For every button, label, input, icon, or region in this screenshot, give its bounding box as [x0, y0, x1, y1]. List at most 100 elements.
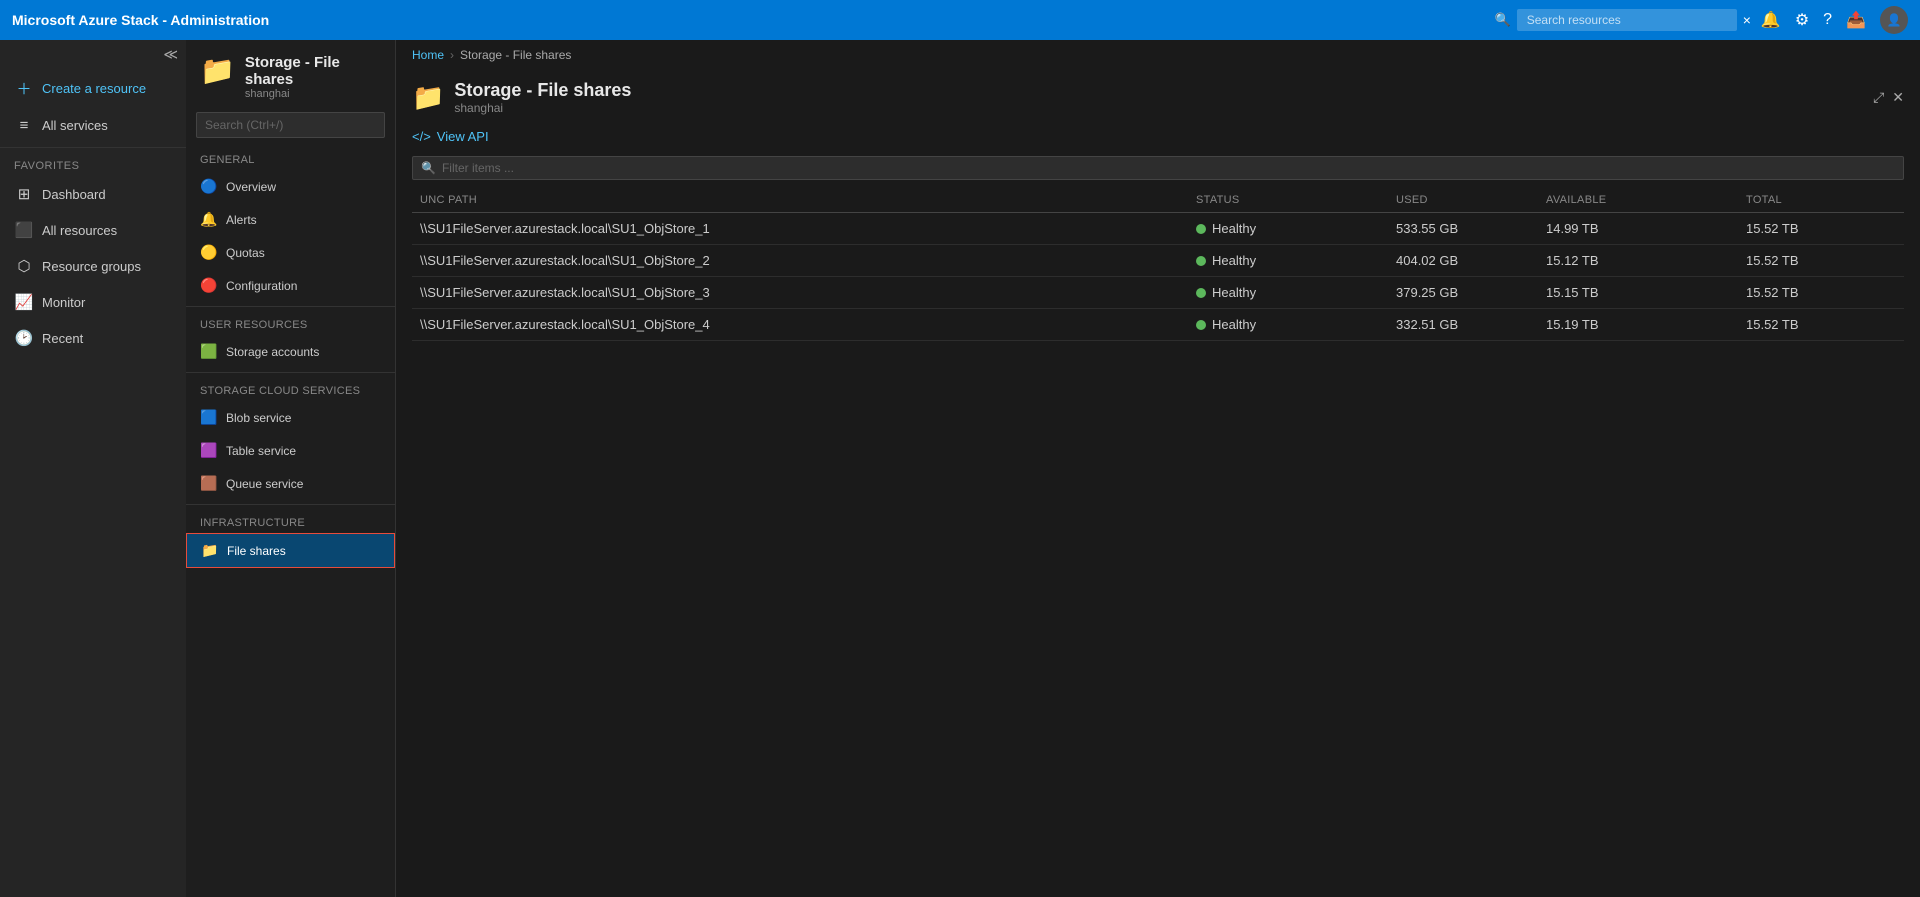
- panel-nav-blob-service[interactable]: 🟦 Blob service: [186, 401, 395, 434]
- view-api-button[interactable]: </> View API: [412, 129, 489, 144]
- table-row[interactable]: \\SU1FileServer.azurestack.local\SU1_Obj…: [412, 213, 1904, 245]
- table-row[interactable]: \\SU1FileServer.azurestack.local\SU1_Obj…: [412, 245, 1904, 277]
- unc-path-cell: \\SU1FileServer.azurestack.local\SU1_Obj…: [420, 253, 1196, 268]
- unc-path-cell: \\SU1FileServer.azurestack.local\SU1_Obj…: [420, 317, 1196, 332]
- all-services-nav-item[interactable]: ≡ All services: [0, 108, 186, 143]
- status-cell: Healthy: [1196, 253, 1396, 268]
- panel-subtitle: shanghai: [245, 88, 381, 100]
- breadcrumb: Home › Storage - File shares: [396, 40, 1920, 70]
- file-shares-table: UNC PATH STATUS USED AVAILABLE TOTAL \\S…: [412, 188, 1904, 341]
- total-cell: 15.52 TB: [1746, 317, 1896, 332]
- status-dot-icon: [1196, 256, 1206, 266]
- status-cell: Healthy: [1196, 221, 1396, 236]
- general-section-label: General: [186, 146, 395, 170]
- col-used: USED: [1396, 194, 1546, 206]
- resource-groups-icon: ⬡: [14, 257, 34, 275]
- panel-divider-1: [186, 306, 395, 307]
- recent-icon: 🕑: [14, 329, 34, 347]
- sidebar-item-recent[interactable]: 🕑 Recent: [0, 320, 186, 356]
- blob-service-icon: 🟦: [200, 409, 218, 426]
- queue-service-icon: 🟫: [200, 475, 218, 492]
- infrastructure-section-label: Infrastructure: [186, 509, 395, 533]
- total-cell: 15.52 TB: [1746, 253, 1896, 268]
- breadcrumb-home[interactable]: Home: [412, 48, 444, 62]
- content-header: 📁 Storage - File shares shanghai ⤢ ✕: [396, 70, 1920, 121]
- panel-folder-icon: 📁: [200, 54, 235, 87]
- topbar: Microsoft Azure Stack - Administration 🔍…: [0, 0, 1920, 40]
- alerts-icon: 🔔: [200, 211, 218, 228]
- dashboard-icon: ⊞: [14, 185, 34, 203]
- panel-nav-queue-service[interactable]: 🟫 Queue service: [186, 467, 395, 500]
- unc-path-cell: \\SU1FileServer.azurestack.local\SU1_Obj…: [420, 221, 1196, 236]
- panel-nav-storage-accounts[interactable]: 🟩 Storage accounts: [186, 335, 395, 368]
- settings-icon[interactable]: ⚙: [1795, 10, 1809, 30]
- content-subtitle: shanghai: [454, 101, 631, 115]
- panel-divider-2: [186, 372, 395, 373]
- user-resources-section-label: User Resources: [186, 311, 395, 335]
- sidebar-item-dashboard[interactable]: ⊞ Dashboard: [0, 176, 186, 212]
- search-close-icon[interactable]: ×: [1743, 12, 1751, 28]
- grid-icon: ⬛: [14, 221, 34, 239]
- main-content: Home › Storage - File shares 📁 Storage -…: [396, 40, 1920, 897]
- available-cell: 14.99 TB: [1546, 221, 1746, 236]
- maximize-button[interactable]: ⤢: [1873, 89, 1884, 106]
- panel-title: Storage - File shares: [245, 54, 381, 88]
- filter-icon: 🔍: [421, 161, 436, 175]
- breadcrumb-separator: ›: [450, 48, 454, 62]
- content-folder-icon: 📁: [412, 82, 444, 113]
- panel-nav-file-shares[interactable]: 📁 File shares: [186, 533, 395, 568]
- plus-icon: ＋: [14, 78, 34, 99]
- file-shares-icon: 📁: [201, 542, 219, 559]
- panel-nav-alerts[interactable]: 🔔 Alerts: [186, 203, 395, 236]
- sidebar-item-all-resources[interactable]: ⬛ All resources: [0, 212, 186, 248]
- sidebar-item-resource-groups[interactable]: ⬡ Resource groups: [0, 248, 186, 284]
- sidebar-item-monitor[interactable]: 📈 Monitor: [0, 284, 186, 320]
- panel-header: 📁 Storage - File shares shanghai: [186, 40, 395, 104]
- total-cell: 15.52 TB: [1746, 221, 1896, 236]
- available-cell: 15.19 TB: [1546, 317, 1746, 332]
- notification-icon[interactable]: 🔔: [1761, 10, 1781, 30]
- col-status: STATUS: [1196, 194, 1396, 206]
- table-header: UNC PATH STATUS USED AVAILABLE TOTAL: [412, 188, 1904, 213]
- table-row[interactable]: \\SU1FileServer.azurestack.local\SU1_Obj…: [412, 277, 1904, 309]
- panel-nav-table-service[interactable]: 🟪 Table service: [186, 434, 395, 467]
- used-cell: 533.55 GB: [1396, 221, 1546, 236]
- col-available: AVAILABLE: [1546, 194, 1746, 206]
- available-cell: 15.12 TB: [1546, 253, 1746, 268]
- overview-icon: 🔵: [200, 178, 218, 195]
- panel-search-input[interactable]: [196, 112, 385, 138]
- used-cell: 404.02 GB: [1396, 253, 1546, 268]
- total-cell: 15.52 TB: [1746, 285, 1896, 300]
- avatar[interactable]: 👤: [1880, 6, 1908, 34]
- left-nav: ≪ ＋ Create a resource ≡ All services Fav…: [0, 40, 186, 897]
- search-input[interactable]: [1517, 9, 1737, 31]
- used-cell: 379.25 GB: [1396, 285, 1546, 300]
- close-content-button[interactable]: ✕: [1892, 89, 1904, 106]
- col-total: TOTAL: [1746, 194, 1896, 206]
- panel-divider-3: [186, 504, 395, 505]
- filter-bar: 🔍: [412, 156, 1904, 180]
- nav-collapse-button[interactable]: ≪: [163, 46, 178, 63]
- list-icon: ≡: [14, 117, 34, 134]
- breadcrumb-current: Storage - File shares: [460, 48, 571, 62]
- feedback-icon[interactable]: 📤: [1846, 10, 1866, 30]
- create-resource-nav-item[interactable]: ＋ Create a resource: [0, 69, 186, 108]
- panel-nav-configuration[interactable]: 🔴 Configuration: [186, 269, 395, 302]
- favorites-section-label: Favorites: [0, 152, 186, 176]
- used-cell: 332.51 GB: [1396, 317, 1546, 332]
- col-unc-path: UNC PATH: [420, 194, 1196, 206]
- status-dot-icon: [1196, 224, 1206, 234]
- available-cell: 15.15 TB: [1546, 285, 1746, 300]
- help-icon[interactable]: ?: [1823, 11, 1832, 29]
- panel-nav-quotas[interactable]: 🟡 Quotas: [186, 236, 395, 269]
- storage-accounts-icon: 🟩: [200, 343, 218, 360]
- panel-nav-overview[interactable]: 🔵 Overview: [186, 170, 395, 203]
- table-service-icon: 🟪: [200, 442, 218, 459]
- table-row[interactable]: \\SU1FileServer.azurestack.local\SU1_Obj…: [412, 309, 1904, 341]
- view-api-icon: </>: [412, 129, 431, 144]
- toolbar: </> View API: [396, 121, 1920, 152]
- configuration-icon: 🔴: [200, 277, 218, 294]
- status-dot-icon: [1196, 288, 1206, 298]
- monitor-icon: 📈: [14, 293, 34, 311]
- filter-input[interactable]: [442, 161, 1895, 175]
